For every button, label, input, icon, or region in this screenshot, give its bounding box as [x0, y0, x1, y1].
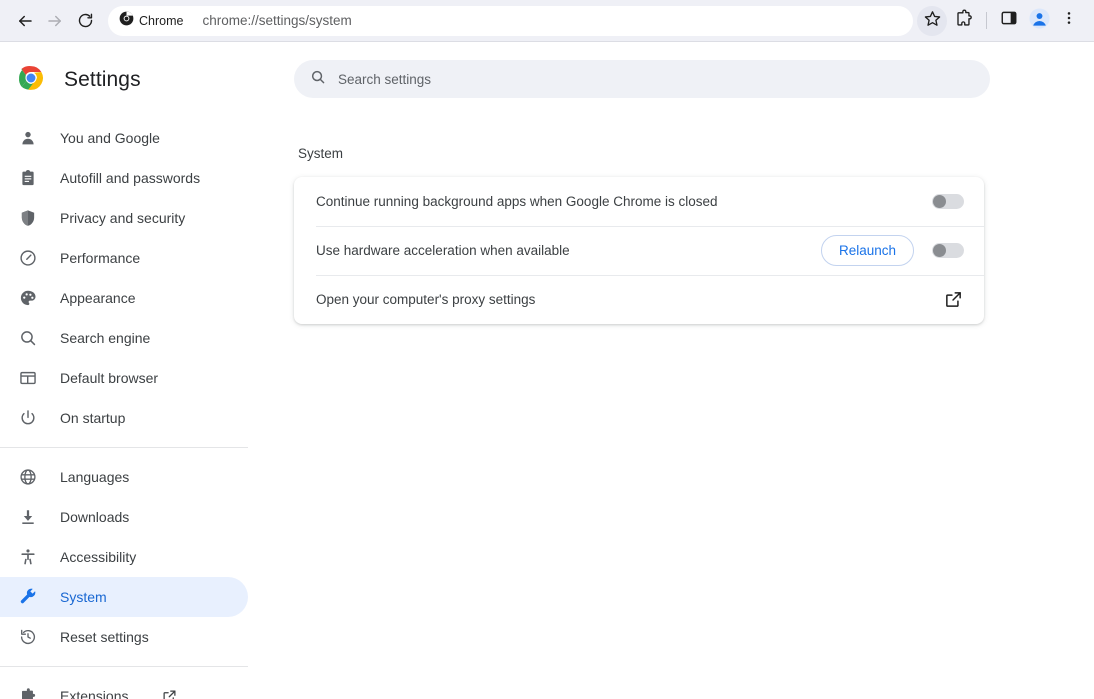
sidebar-item-default-browser[interactable]: Default browser	[0, 358, 248, 398]
forward-arrow-icon	[46, 12, 64, 30]
sidebar-item-label: Accessibility	[60, 549, 136, 565]
url-text[interactable]: chrome://settings/system	[202, 13, 907, 28]
chrome-menu-button[interactable]	[1054, 6, 1084, 36]
open-in-new-icon[interactable]	[162, 689, 177, 699]
section-heading: System	[298, 146, 1094, 161]
palette-icon	[18, 288, 38, 308]
puzzle-piece-icon	[18, 686, 38, 699]
sidebar-item-label: Default browser	[60, 370, 158, 386]
puzzle-piece-icon	[955, 9, 973, 32]
chrome-chip-label: Chrome	[139, 14, 183, 28]
sidebar-item-label: You and Google	[60, 130, 160, 146]
chrome-glyph-icon	[119, 11, 134, 31]
sidebar-divider	[0, 666, 248, 667]
background-apps-toggle[interactable]	[932, 194, 964, 209]
shield-icon	[18, 208, 38, 228]
globe-icon	[18, 467, 38, 487]
sidebar-item-label: Languages	[60, 469, 129, 485]
browser-toolbar: Chrome chrome://settings/system	[0, 0, 1094, 42]
back-button[interactable]	[10, 6, 40, 36]
back-arrow-icon	[16, 12, 34, 30]
accessibility-icon	[18, 547, 38, 567]
sidebar-item-search-engine[interactable]: Search engine	[0, 318, 248, 358]
toolbar-divider	[986, 12, 987, 29]
setting-label: Use hardware acceleration when available	[316, 243, 821, 258]
sidebar-item-label: Search engine	[60, 330, 150, 346]
setting-row-hardware-acceleration[interactable]: Use hardware acceleration when available…	[294, 226, 984, 275]
forward-button[interactable]	[40, 6, 70, 36]
setting-label: Continue running background apps when Go…	[316, 194, 932, 209]
open-in-new-icon[interactable]	[942, 289, 964, 311]
person-icon	[18, 128, 38, 148]
search-settings-bar[interactable]: Search settings	[294, 60, 990, 98]
speedometer-icon	[18, 248, 38, 268]
sidebar-item-label: Performance	[60, 250, 140, 266]
magnifier-icon	[18, 328, 38, 348]
chrome-origin-chip: Chrome	[113, 8, 192, 34]
sidebar-item-performance[interactable]: Performance	[0, 238, 248, 278]
sidebar-item-label: Autofill and passwords	[60, 170, 200, 186]
sidebar-item-label: Appearance	[60, 290, 136, 306]
settings-brand: Settings	[0, 56, 280, 104]
page-title: Settings	[64, 68, 141, 92]
extensions-button[interactable]	[949, 6, 979, 36]
profile-button[interactable]	[1024, 6, 1054, 36]
reload-button[interactable]	[70, 6, 100, 36]
three-dot-menu-icon	[1061, 10, 1077, 31]
star-icon	[924, 10, 941, 32]
wrench-icon	[18, 587, 38, 607]
chrome-logo-icon	[18, 65, 44, 96]
sidebar-item-appearance[interactable]: Appearance	[0, 278, 248, 318]
sidebar-item-label: On startup	[60, 410, 125, 426]
sidebar-item-languages[interactable]: Languages	[0, 457, 248, 497]
sidebar-item-privacy-and-security[interactable]: Privacy and security	[0, 198, 248, 238]
settings-page: Settings You and Google	[0, 42, 1094, 699]
sidebar-item-label: Privacy and security	[60, 210, 185, 226]
sidebar-item-label: Reset settings	[60, 629, 149, 645]
toggle-knob	[933, 195, 946, 208]
sidebar-divider	[0, 447, 248, 448]
sidebar-item-system[interactable]: System	[0, 577, 248, 617]
setting-row-proxy-settings[interactable]: Open your computer's proxy settings	[294, 275, 984, 324]
settings-sidebar: Settings You and Google	[0, 42, 280, 699]
address-bar[interactable]: Chrome chrome://settings/system	[108, 6, 913, 36]
sidebar-item-label: Extensions	[60, 688, 128, 699]
sidebar-item-accessibility[interactable]: Accessibility	[0, 537, 248, 577]
sidebar-item-extensions[interactable]: Extensions	[0, 676, 248, 699]
side-panel-icon	[1000, 9, 1018, 32]
reload-icon	[77, 12, 94, 29]
relaunch-button[interactable]: Relaunch	[821, 235, 914, 266]
sidebar-item-label: Downloads	[60, 509, 129, 525]
history-restore-icon	[18, 627, 38, 647]
sidebar-item-downloads[interactable]: Downloads	[0, 497, 248, 537]
search-icon	[310, 69, 326, 90]
search-input[interactable]: Search settings	[338, 72, 431, 87]
hardware-acceleration-toggle[interactable]	[932, 243, 964, 258]
setting-label: Open your computer's proxy settings	[316, 292, 942, 307]
bookmark-button[interactable]	[917, 6, 947, 36]
sidebar-item-autofill-and-passwords[interactable]: Autofill and passwords	[0, 158, 248, 198]
toggle-knob	[933, 244, 946, 257]
setting-row-background-apps[interactable]: Continue running background apps when Go…	[294, 177, 984, 226]
clipboard-icon	[18, 168, 38, 188]
sidebar-item-you-and-google[interactable]: You and Google	[0, 118, 248, 158]
download-icon	[18, 507, 38, 527]
sidebar-item-on-startup[interactable]: On startup	[0, 398, 248, 438]
settings-main: Search settings System Continue running …	[280, 42, 1094, 699]
profile-avatar-icon	[1029, 8, 1050, 34]
sidebar-item-reset-settings[interactable]: Reset settings	[0, 617, 248, 657]
browser-window-icon	[18, 368, 38, 388]
side-panel-button[interactable]	[994, 6, 1024, 36]
sidebar-item-label: System	[60, 589, 107, 605]
sidebar-nav: You and Google Autofill and passwords	[0, 118, 280, 699]
power-icon	[18, 408, 38, 428]
system-settings-card: Continue running background apps when Go…	[294, 177, 984, 324]
